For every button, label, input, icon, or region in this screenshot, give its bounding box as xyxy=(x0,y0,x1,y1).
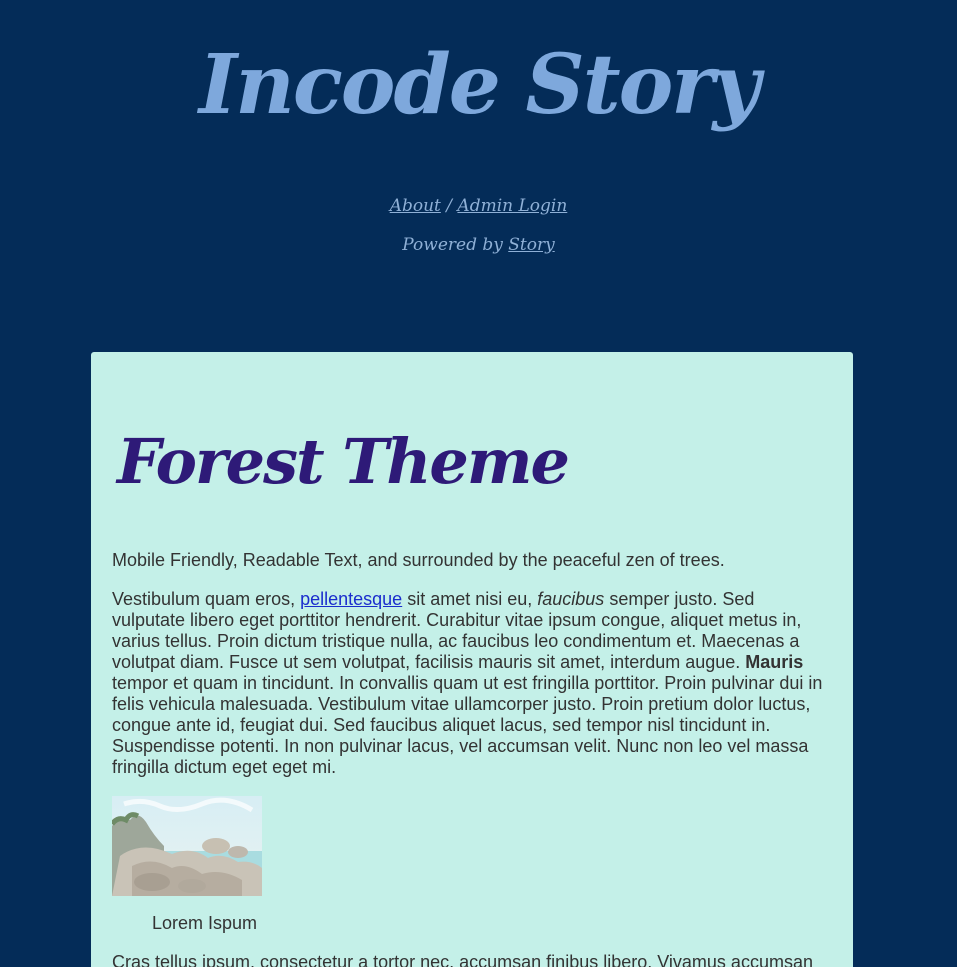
post-title: Forest Theme xyxy=(117,425,570,498)
powered-by-label: Powered by xyxy=(402,235,503,255)
post-intro: Mobile Friendly, Readable Text, and surr… xyxy=(112,550,725,570)
paragraph-text: tempor et quam in tincidunt. In convalli… xyxy=(112,673,823,777)
pellentesque-link[interactable]: pellentesque xyxy=(300,589,402,609)
strong-text: Mauris xyxy=(745,652,804,672)
paragraph-text: sit amet nisi eu, xyxy=(402,589,538,609)
emphasis-text: faucibus xyxy=(537,589,605,609)
powered-by: Powered by Story xyxy=(0,234,957,256)
powered-by-story-link[interactable]: Story xyxy=(508,235,554,255)
nav-separator: / xyxy=(446,196,453,216)
post-paragraph: Vestibulum quam eros, pellentesque sit a… xyxy=(112,589,832,778)
site-nav: About / Admin Login xyxy=(0,195,957,217)
post-card: Forest Theme Mobile Friendly, Readable T… xyxy=(91,352,853,967)
coast-rocks-image xyxy=(112,796,262,896)
paragraph-text: Vestibulum quam eros, xyxy=(112,589,301,609)
site-title: Incode Story xyxy=(198,37,760,133)
post-paragraph-3: Cras tellus ipsum, consectetur a tortor … xyxy=(112,952,813,967)
post-content: Mobile Friendly, Readable Text, and surr… xyxy=(112,550,832,967)
figure-caption: Lorem Ispum xyxy=(152,913,258,933)
nav-about-link[interactable]: About xyxy=(390,196,441,216)
nav-admin-login-link[interactable]: Admin Login xyxy=(457,196,567,216)
post-figure: Lorem Ispum xyxy=(112,796,296,934)
